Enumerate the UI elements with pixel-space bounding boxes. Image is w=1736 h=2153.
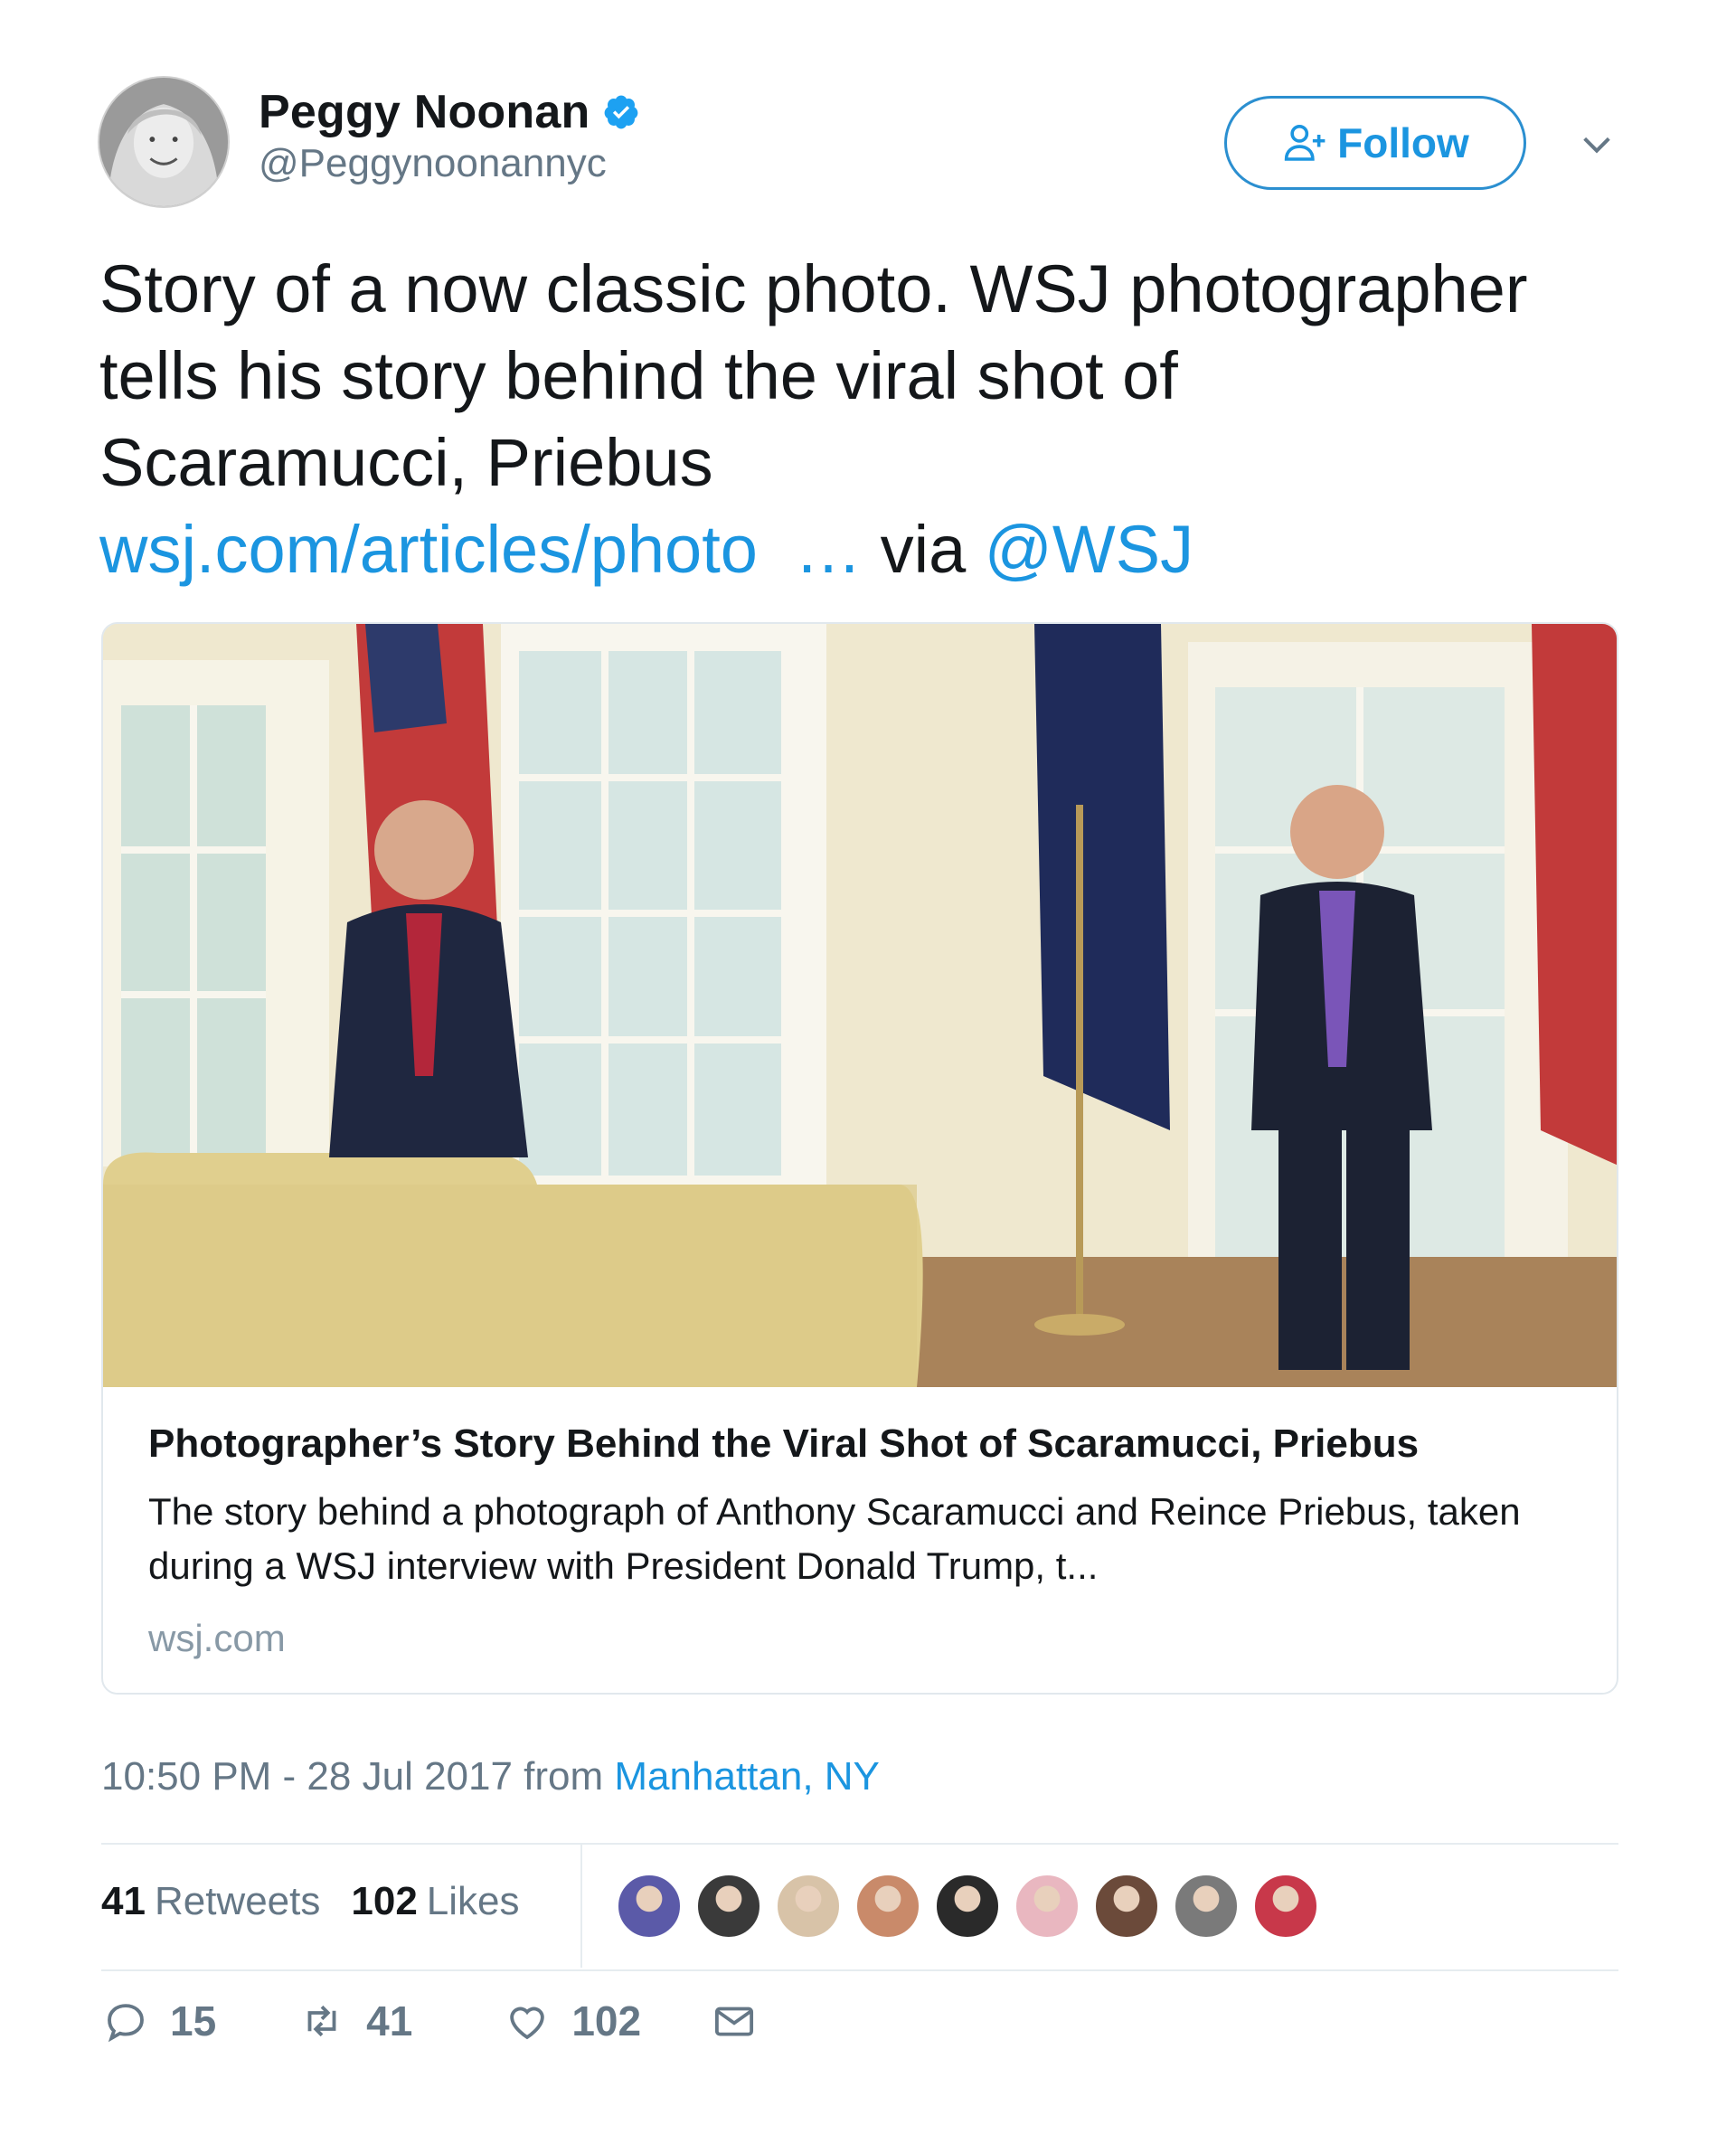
- stats-divider: [580, 1845, 582, 1968]
- tweet-meta: 10:50 PM - 28 Jul 2017 from Manhattan, N…: [101, 1754, 880, 1799]
- follow-label: Follow: [1337, 119, 1469, 166]
- reply-count: 15: [170, 1997, 217, 2044]
- reply-button[interactable]: 15: [101, 1997, 216, 2045]
- liker-avatars: [617, 1874, 1333, 1939]
- like-count: 102: [571, 1997, 642, 2044]
- author-name-row[interactable]: Peggy Noonan: [259, 85, 640, 139]
- retweets-label: Retweets: [154, 1879, 321, 1923]
- retweet-count: 41: [366, 1997, 413, 2044]
- divider-bottom: [101, 1969, 1618, 1971]
- reply-icon: [108, 2004, 144, 2043]
- retweet-button[interactable]: 41: [297, 1997, 412, 2045]
- liker-avatar[interactable]: [1174, 1874, 1239, 1939]
- liker-avatar[interactable]: [1094, 1874, 1159, 1939]
- heart-icon: [510, 2007, 545, 2040]
- liker-avatar[interactable]: [1253, 1874, 1318, 1939]
- liker-avatar[interactable]: [1014, 1874, 1080, 1939]
- tweet-body: Story of a now classic photo. WSJ photog…: [99, 251, 1528, 500]
- card-image[interactable]: [103, 624, 1618, 1387]
- liker-avatar[interactable]: [855, 1874, 920, 1939]
- verified-badge-icon: [605, 95, 638, 129]
- tweet-stats: 41 Retweets 102 Likes: [101, 1879, 520, 1924]
- chevron-down-icon[interactable]: [1579, 127, 1615, 163]
- divider-top: [101, 1843, 1618, 1845]
- tweet-actions: 15 41 102: [101, 1997, 759, 2045]
- liker-avatar[interactable]: [935, 1874, 1000, 1939]
- link-card[interactable]: Photographer’s Story Behind the Viral Sh…: [101, 622, 1618, 1695]
- mail-icon: [715, 2007, 754, 2036]
- follow-button[interactable]: Follow: [1224, 96, 1526, 190]
- liker-avatar[interactable]: [617, 1874, 682, 1939]
- wsj-mention[interactable]: @WSJ: [985, 512, 1194, 587]
- card-description: The story behind a photograph of Anthony…: [148, 1490, 1521, 1587]
- tweet-via: via: [862, 512, 985, 587]
- likes-label: Likes: [426, 1879, 520, 1923]
- likes-count: 102: [351, 1879, 418, 1923]
- article-link[interactable]: wsj.com/articles/photo …: [99, 512, 862, 587]
- liker-avatar[interactable]: [776, 1874, 841, 1939]
- card-title[interactable]: Photographer’s Story Behind the Viral Sh…: [148, 1421, 1419, 1467]
- tweet-text: Story of a now classic photo. WSJ photog…: [99, 246, 1564, 593]
- card-domain: wsj.com: [148, 1617, 286, 1659]
- likes-stat[interactable]: 102 Likes: [351, 1879, 519, 1924]
- author-avatar[interactable]: [98, 76, 230, 208]
- author-handle[interactable]: @Peggynoonannyc: [259, 141, 607, 186]
- add-user-icon: [1284, 124, 1326, 161]
- retweet-icon: [307, 2005, 336, 2037]
- author-name[interactable]: Peggy Noonan: [259, 85, 590, 139]
- liker-avatar[interactable]: [696, 1874, 761, 1939]
- direct-message-button[interactable]: [710, 1997, 759, 2045]
- retweets-stat[interactable]: 41 Retweets: [101, 1879, 320, 1924]
- tweet-timestamp[interactable]: 10:50 PM - 28 Jul 2017: [101, 1754, 513, 1799]
- meta-from: from: [512, 1754, 615, 1799]
- tweet-location[interactable]: Manhattan, NY: [614, 1754, 880, 1799]
- like-button[interactable]: 102: [503, 1997, 641, 2045]
- retweets-count: 41: [101, 1879, 146, 1923]
